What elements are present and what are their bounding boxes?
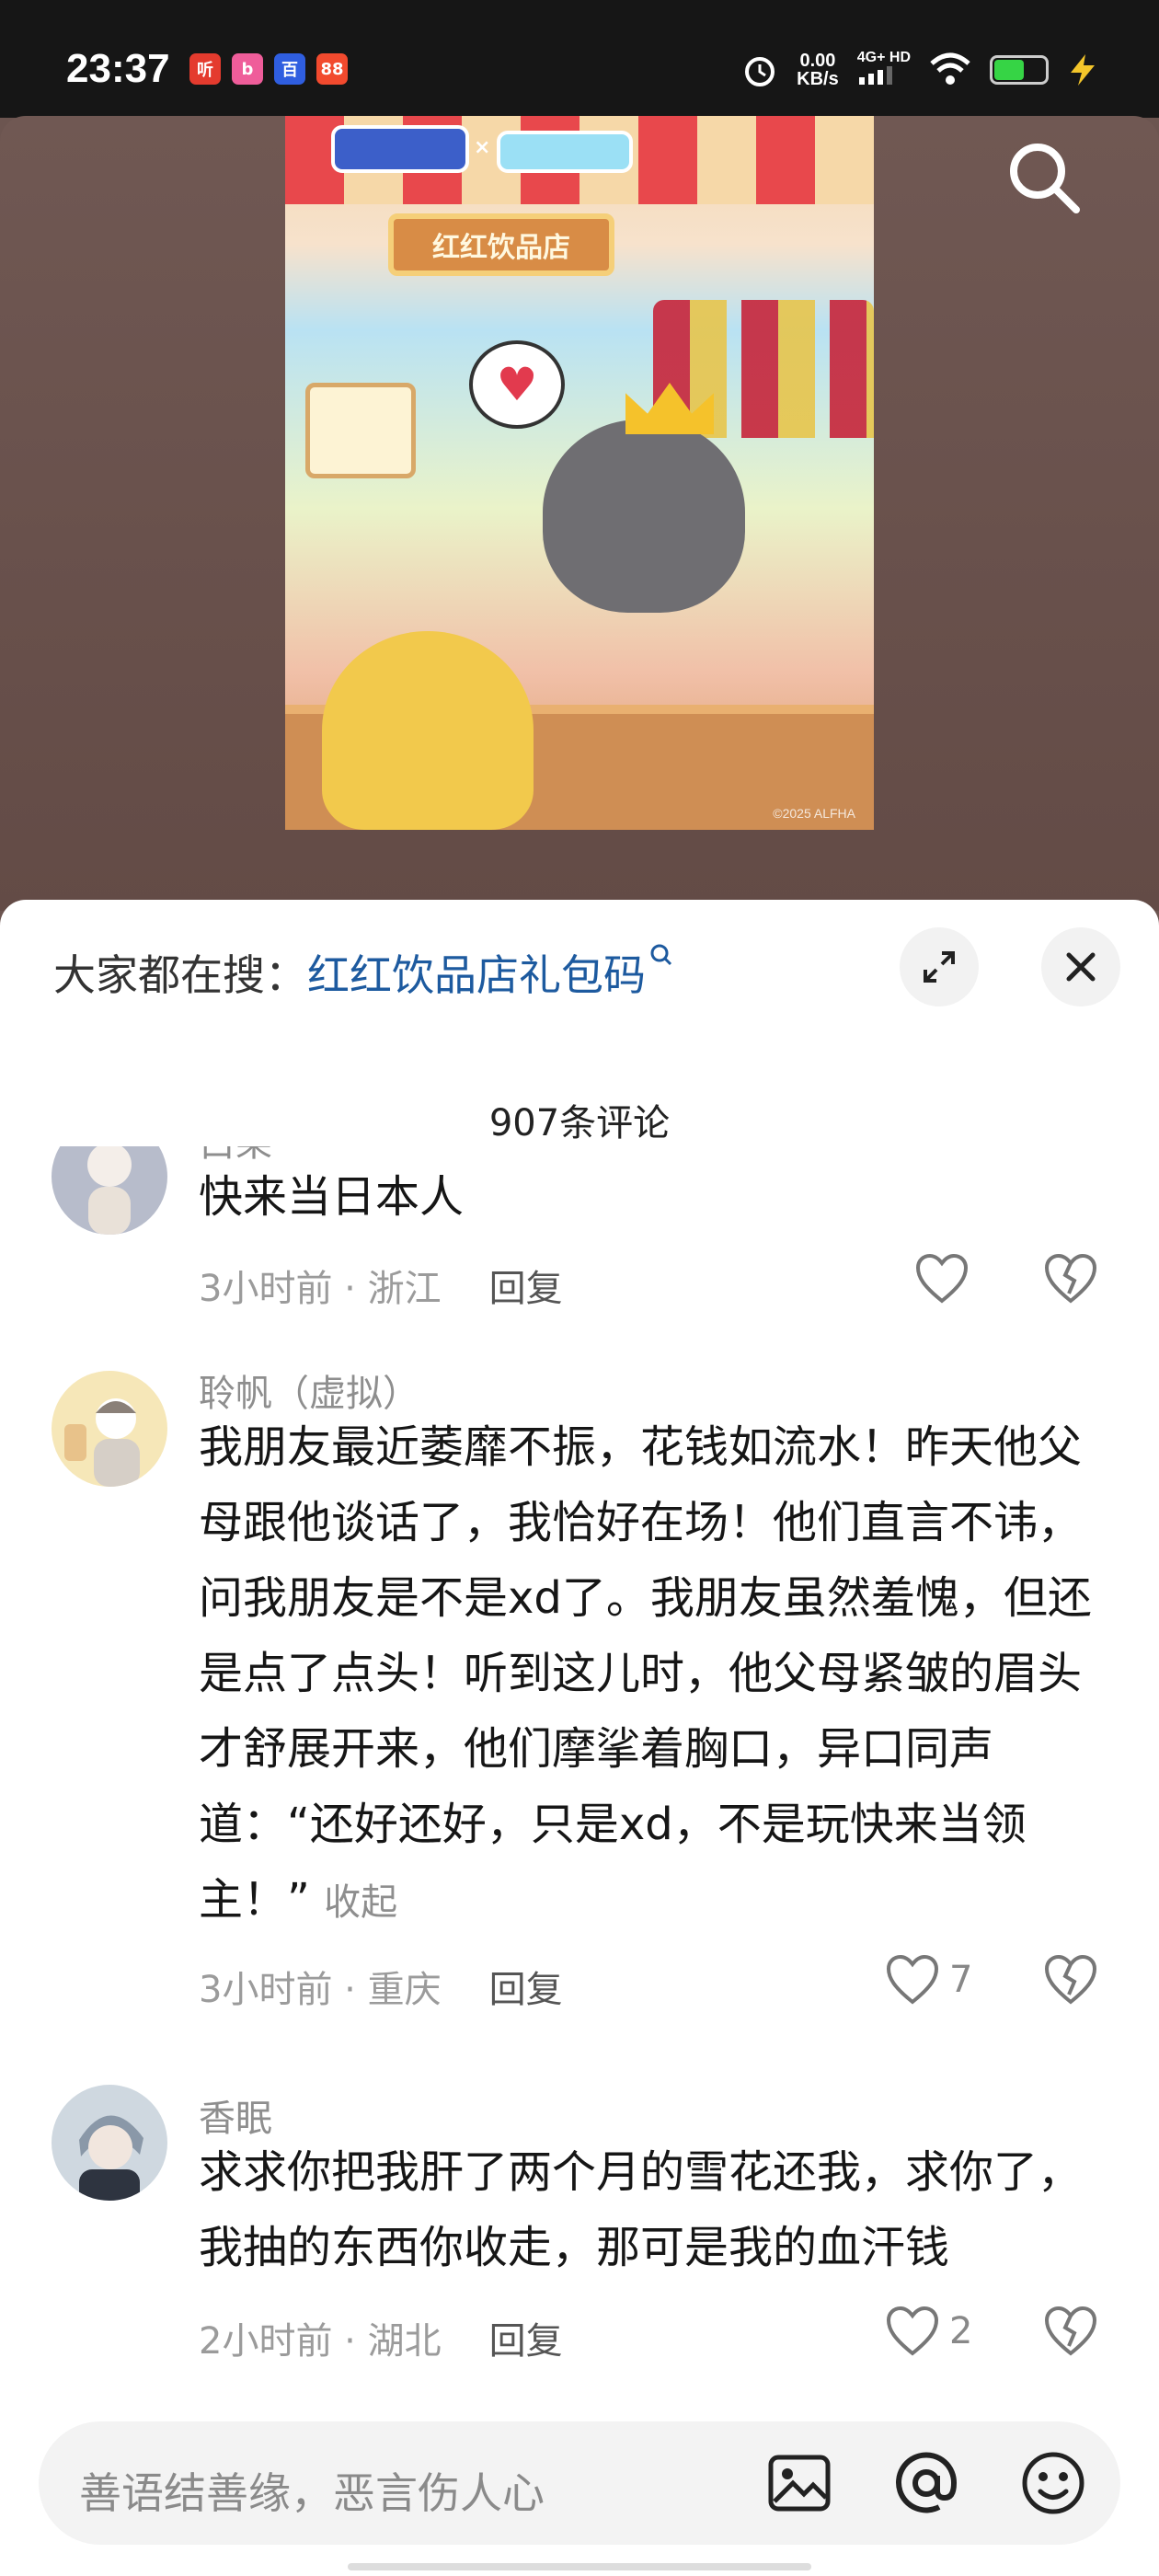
heart-outline-icon — [915, 1253, 969, 1304]
reply-button[interactable]: 回复 — [489, 1969, 563, 2011]
like-button[interactable] — [914, 1253, 979, 1305]
like-button[interactable]: 2 — [885, 2306, 972, 2357]
close-icon — [1066, 952, 1096, 982]
image-button[interactable] — [763, 2447, 835, 2519]
comment-meta: 2小时前 · 湖北 回复 — [199, 2320, 563, 2363]
game-logo — [331, 125, 469, 173]
like-count: 7 — [949, 1959, 973, 2001]
emoji-button[interactable] — [1017, 2447, 1089, 2519]
shop-sign: 红红饮品店 — [388, 213, 614, 276]
comment-meta: 3小时前 · 重庆 回复 — [199, 1969, 563, 2011]
heart-outline-icon — [886, 2306, 939, 2356]
comment-list[interactable]: 白果 快来当日本人 3小时前 · 浙江回复 聆帆（虚拟） 我朋友最近萎靡不振，花… — [0, 1146, 1159, 2398]
comment-input[interactable]: 善语结善缘，恶言伤人心 — [79, 2460, 545, 2521]
emoji-icon — [1022, 2452, 1084, 2514]
bilibili-app-icon: b — [232, 53, 263, 85]
signal-icon: 4G+ HD — [857, 50, 911, 89]
battery-icon — [990, 54, 1049, 85]
baidu-app-icon: 百 — [274, 53, 305, 85]
avatar[interactable] — [52, 1371, 167, 1487]
blonde-character — [322, 631, 534, 830]
comment-text: 我朋友最近萎靡不振，花钱如流水！昨天他父母跟他谈话了，我恰好在场！他们直言不讳，… — [199, 1421, 1092, 1926]
comment-count: 907条评论 — [488, 1102, 671, 1144]
wifi-icon — [930, 52, 970, 85]
suggested-search-term[interactable]: 红红饮品店礼包码 — [307, 950, 646, 1000]
comment-text: 快来当日本人 — [199, 1171, 465, 1223]
video-media-area[interactable]: × 红红饮品店 ♥ ©2025 ALFHA — [0, 116, 1159, 911]
heart-icon: ♥ — [496, 358, 538, 411]
expand-icon — [924, 951, 955, 983]
expand-button[interactable] — [900, 927, 979, 1006]
collapse-button[interactable]: 收起 — [324, 1881, 397, 1924]
comment-meta: 3小时前 · 浙江 回复 — [199, 1268, 563, 1310]
close-button[interactable] — [1041, 927, 1120, 1006]
image-icon — [768, 2455, 831, 2512]
mention-button[interactable] — [890, 2447, 962, 2519]
poster-copyright: ©2025 ALFHA — [773, 806, 855, 821]
dislike-icon[interactable] — [1043, 2306, 1098, 2357]
reply-button[interactable]: 回复 — [489, 2320, 563, 2363]
wolf-character — [543, 420, 745, 613]
game-poster-image: × 红红饮品店 ♥ ©2025 ALFHA — [285, 116, 874, 830]
home-indicator[interactable] — [348, 2563, 811, 2570]
comment-input-bar[interactable]: 善语结善缘，恶言伤人心 — [39, 2421, 1120, 2545]
avatar[interactable] — [52, 2085, 167, 2201]
search-suggestion[interactable]: 大家都在搜：红红饮品店礼包码 — [53, 942, 673, 1003]
dislike-icon[interactable] — [1043, 1253, 1098, 1305]
alarm-icon — [745, 56, 775, 86]
comment-text: 求求你把我肝了两个月的雪花还我，求你了，我抽的东西你收走，那可是我的血汗钱 — [199, 2146, 1083, 2273]
avatar[interactable] — [52, 1146, 167, 1235]
net-speed: 0.00 KB/s — [797, 50, 839, 89]
like-button[interactable]: 7 — [885, 1954, 972, 2006]
collab-logo — [497, 131, 633, 173]
charging-icon — [1071, 53, 1095, 86]
status-bar: 23:37 听 b 百 88 0.00 KB/s 4G+ HD — [0, 0, 1159, 118]
ting-app-icon: 听 — [189, 53, 221, 85]
mini-search-icon — [650, 944, 672, 966]
battery-level — [994, 59, 1024, 80]
notification-apps: 听 b 百 88 — [189, 53, 348, 85]
podcast-app-icon: 88 — [316, 53, 348, 85]
menu-board — [305, 383, 416, 478]
search-icon — [1010, 144, 1080, 213]
comment-sheet: 大家都在搜：红红饮品店礼包码 907条评论 白果 快来当日本人 3小时前 · 浙… — [0, 900, 1159, 2576]
heart-outline-icon — [886, 1954, 939, 2005]
like-count: 2 — [949, 2310, 973, 2352]
at-icon — [896, 2452, 958, 2513]
status-time: 23:37 — [66, 46, 170, 91]
search-button[interactable] — [1003, 136, 1085, 219]
dislike-icon[interactable] — [1043, 1954, 1098, 2006]
reply-button[interactable]: 回复 — [489, 1268, 563, 1310]
